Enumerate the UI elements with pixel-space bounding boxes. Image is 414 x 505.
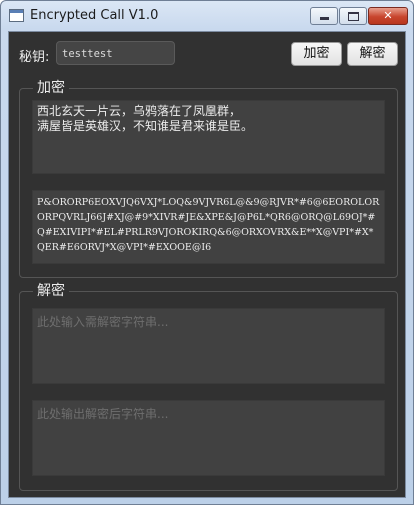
app-window-icon [9, 9, 24, 22]
window-title: Encrypted Call V1.0 [30, 8, 159, 23]
decrypt-output[interactable]: 此处输出解密后字符串... [32, 400, 385, 476]
decrypt-output-placeholder: 此处输出解密后字符串... [37, 407, 169, 421]
encrypt-group: 加密 西北玄天一片云，乌鸦落在了凤凰群， 满屋皆是英雄汉，不知谁是君来谁是臣。 … [19, 79, 398, 278]
main-panel: 秘钥: testtest 加密 解密 加密 西北玄天一片云，乌鸦落在了凤凰群， … [8, 31, 406, 498]
decrypt-button[interactable]: 解密 [347, 42, 398, 66]
app-window: Encrypted Call V1.0 ✕ 秘钥: testtest 加密 解密… [0, 0, 414, 505]
decrypt-group: 解密 此处输入需解密字符串... 此处输出解密后字符串... [19, 282, 398, 491]
key-input[interactable]: testtest [56, 41, 175, 65]
close-button[interactable]: ✕ [368, 7, 408, 25]
maximize-button[interactable] [339, 7, 367, 25]
decrypt-input-placeholder: 此处输入需解密字符串... [37, 315, 169, 329]
title-bar[interactable]: Encrypted Call V1.0 ✕ [1, 1, 413, 31]
maximize-icon [347, 12, 359, 21]
minimize-button[interactable] [310, 7, 338, 25]
minimize-icon [319, 17, 329, 20]
key-label: 秘钥: [19, 50, 50, 65]
decrypt-group-title: 解密 [33, 282, 69, 300]
encrypt-button[interactable]: 加密 [291, 42, 342, 66]
plaintext-input[interactable]: 西北玄天一片云，乌鸦落在了凤凰群， 满屋皆是英雄汉，不知谁是君来谁是臣。 [32, 100, 385, 174]
close-icon: ✕ [383, 9, 393, 22]
decrypt-input[interactable]: 此处输入需解密字符串... [32, 308, 385, 384]
encrypt-group-title: 加密 [33, 79, 69, 97]
ciphertext-output[interactable]: P&ORORP6EOXVJQ6VXJ*LOQ&9VJVR6L@&9@RJVR*#… [32, 190, 385, 264]
